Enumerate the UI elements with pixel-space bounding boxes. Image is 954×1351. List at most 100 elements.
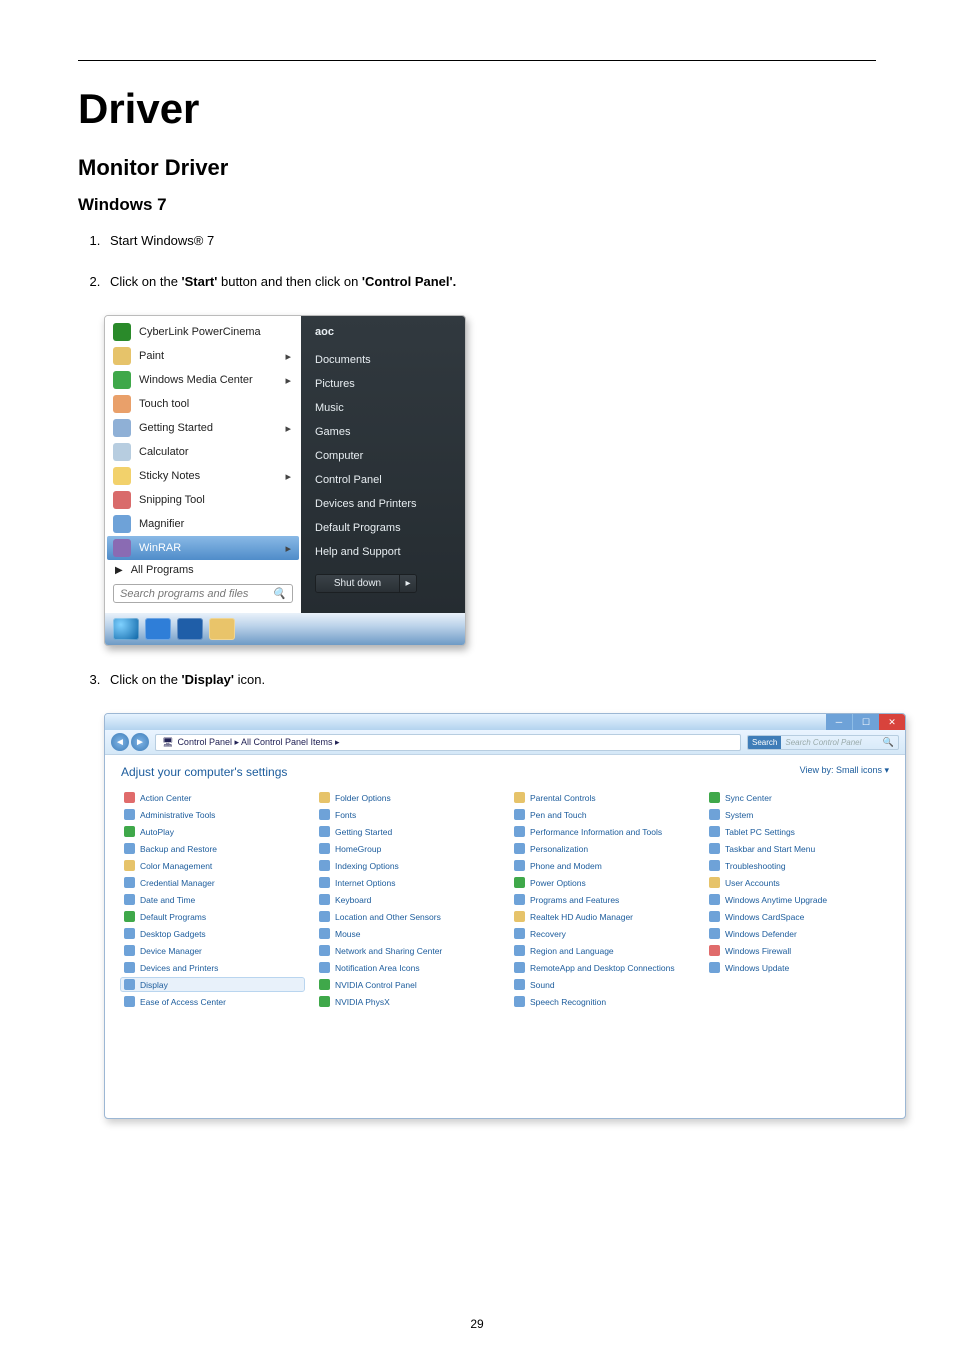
cp-item[interactable]: Troubleshooting [706,859,889,872]
cp-item[interactable]: Realtek HD Audio Manager [511,910,694,923]
close-icon[interactable]: ✕ [879,714,905,730]
ie-icon[interactable] [145,618,171,640]
start-left-item[interactable]: WinRAR▸ [107,536,299,560]
media-player-icon[interactable] [177,618,203,640]
start-left-item[interactable]: Touch tool [107,392,299,416]
cp-item[interactable]: Device Manager [121,944,304,957]
cp-item[interactable]: Windows Anytime Upgrade [706,893,889,906]
cp-item-icon [319,962,330,973]
cp-item[interactable]: Windows CardSpace [706,910,889,923]
cp-item[interactable]: Fonts [316,808,499,821]
minimize-icon[interactable]: ─ [826,714,852,730]
cp-item[interactable]: Backup and Restore [121,842,304,855]
cp-item[interactable]: Windows Update [706,961,889,974]
cp-item[interactable]: Speech Recognition [511,995,694,1008]
start-left-item[interactable]: Windows Media Center▸ [107,368,299,392]
all-programs[interactable]: ▶All Programs [107,560,299,580]
cp-item[interactable]: Date and Time [121,893,304,906]
cp-item[interactable]: Network and Sharing Center [316,944,499,957]
cp-item[interactable]: Folder Options [316,791,499,804]
cp-item[interactable]: Credential Manager [121,876,304,889]
view-by[interactable]: View by: Small icons ▾ [800,765,889,779]
cp-header: Adjust your computer's settings View by:… [105,755,905,783]
chevron-right-icon: ▸ [285,470,291,483]
start-item-label: Magnifier [139,518,184,530]
divider [78,60,876,61]
cp-item[interactable]: System [706,808,889,821]
cp-item[interactable]: Getting Started [316,825,499,838]
cp-item[interactable]: Taskbar and Start Menu [706,842,889,855]
breadcrumb[interactable]: 🖥 Control Panel ▸ All Control Panel Item… [155,734,741,751]
cp-item[interactable]: Parental Controls [511,791,694,804]
start-left-item[interactable]: Getting Started▸ [107,416,299,440]
cp-item-icon [319,945,330,956]
maximize-icon[interactable]: ☐ [852,714,879,730]
cp-item[interactable]: Color Management [121,859,304,872]
start-left-item[interactable]: Sticky Notes▸ [107,464,299,488]
explorer-icon[interactable] [209,618,235,640]
start-right-item[interactable]: Help and Support [315,540,455,564]
start-right-item[interactable]: Games [315,420,455,444]
chevron-right-icon: ▶ [115,565,123,576]
start-right-item[interactable]: Default Programs [315,516,455,540]
cp-item[interactable]: AutoPlay [121,825,304,838]
start-left-item[interactable]: Calculator [107,440,299,464]
cp-item[interactable]: Devices and Printers [121,961,304,974]
cp-item[interactable]: Location and Other Sensors [316,910,499,923]
chevron-right-icon[interactable]: ▸ [399,575,416,592]
cp-item-icon [514,928,525,939]
cp-item-icon [514,996,525,1007]
start-left-item[interactable]: CyberLink PowerCinema [107,320,299,344]
cp-item[interactable]: RemoteApp and Desktop Connections [511,961,694,974]
start-right-item[interactable]: Documents [315,348,455,372]
start-right-item[interactable]: Pictures [315,372,455,396]
search-box[interactable]: Search Search Control Panel 🔍 [747,735,899,750]
step-text-mid: button and then click on [221,274,362,289]
shutdown-button[interactable]: Shut down ▸ [315,574,417,593]
cp-item[interactable]: NVIDIA Control Panel [316,978,499,991]
cp-item[interactable]: Internet Options [316,876,499,889]
section-heading: Monitor Driver [78,155,876,181]
cp-item[interactable]: Recovery [511,927,694,940]
cp-item[interactable]: Mouse [316,927,499,940]
cp-item[interactable]: User Accounts [706,876,889,889]
start-left-item[interactable]: Magnifier [107,512,299,536]
cp-item[interactable]: Default Programs [121,910,304,923]
start-right-item[interactable]: Music [315,396,455,420]
cp-item[interactable]: Keyboard [316,893,499,906]
cp-item[interactable]: Performance Information and Tools [511,825,694,838]
cp-item[interactable]: Action Center [121,791,304,804]
cp-item[interactable]: NVIDIA PhysX [316,995,499,1008]
cp-item[interactable]: Power Options [511,876,694,889]
cp-item[interactable]: Indexing Options [316,859,499,872]
cp-item[interactable]: Tablet PC Settings [706,825,889,838]
forward-icon[interactable]: ► [131,733,149,751]
search-icon[interactable]: 🔍 [879,737,898,748]
start-search[interactable]: Search programs and files🔍 [113,584,293,603]
start-right-item[interactable]: Devices and Printers [315,492,455,516]
start-right-item[interactable]: Computer [315,444,455,468]
cp-item-label: Default Programs [140,912,206,922]
cp-item[interactable]: Ease of Access Center [121,995,304,1008]
cp-item[interactable]: Personalization [511,842,694,855]
cp-item[interactable]: Notification Area Icons [316,961,499,974]
cp-item[interactable]: Phone and Modem [511,859,694,872]
start-orb-icon[interactable] [113,618,139,640]
cp-item-icon [319,792,330,803]
cp-item[interactable]: Programs and Features [511,893,694,906]
cp-item[interactable]: Windows Defender [706,927,889,940]
back-icon[interactable]: ◄ [111,733,129,751]
cp-item[interactable]: HomeGroup [316,842,499,855]
cp-item[interactable]: Region and Language [511,944,694,957]
start-left-item[interactable]: Paint▸ [107,344,299,368]
start-left-item[interactable]: Snipping Tool [107,488,299,512]
cp-item[interactable]: Sync Center [706,791,889,804]
cp-item[interactable]: Desktop Gadgets [121,927,304,940]
cp-item[interactable]: Display [121,978,304,991]
start-right-item[interactable]: Control Panel [315,468,455,492]
cp-item[interactable]: Windows Firewall [706,944,889,957]
cp-item[interactable]: Sound [511,978,694,991]
cp-item[interactable]: Administrative Tools [121,808,304,821]
cp-item[interactable]: Pen and Touch [511,808,694,821]
cp-item-icon [514,979,525,990]
